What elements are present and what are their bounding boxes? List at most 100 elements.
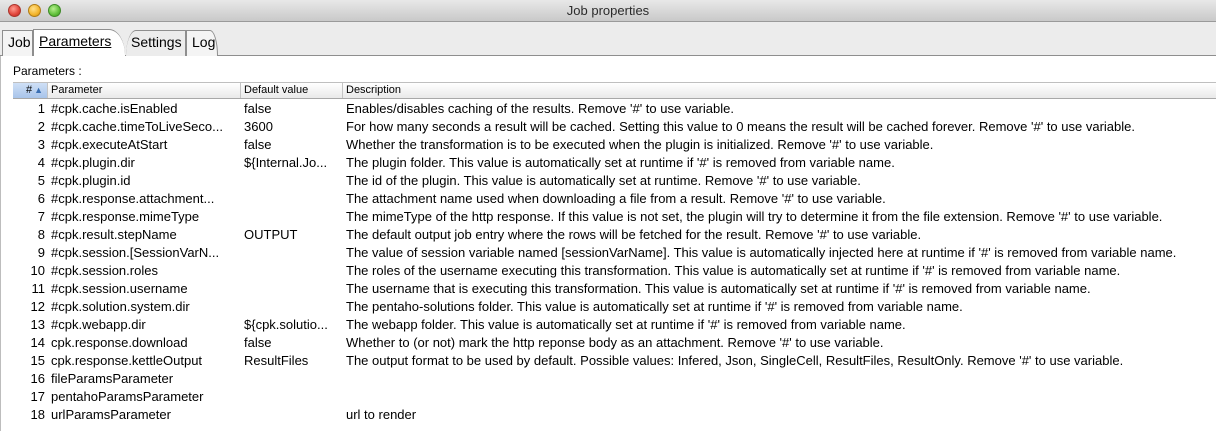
default-value-cell[interactable] [241,280,343,298]
column-header-description[interactable]: Description [343,83,1216,98]
table-row[interactable]: 6 #cpk.response.attachment... The attachme… [13,190,1216,208]
parameter-name-cell[interactable]: #cpk.plugin.id [48,172,241,190]
description-cell[interactable]: The roles of the username executing this… [343,262,1216,280]
row-number-cell[interactable]: 16 [13,370,48,388]
table-row[interactable]: 5 #cpk.plugin.id The id of the plugin. Thi… [13,172,1216,190]
row-number-cell[interactable]: 11 [13,280,48,298]
default-value-cell[interactable] [241,262,343,280]
row-number-cell[interactable]: 2 [13,118,48,136]
default-value-cell[interactable]: ${cpk.solutio... [241,316,343,334]
tab-log[interactable]: Log [186,30,218,56]
description-cell[interactable]: url to render [343,406,1216,424]
column-header-default-value[interactable]: Default value [241,83,343,98]
parameter-name-cell[interactable]: #cpk.response.attachment... [48,190,241,208]
row-number-cell[interactable]: 15 [13,352,48,370]
description-cell[interactable]: The value of session variable named [ses… [343,244,1216,262]
default-value-cell[interactable] [241,172,343,190]
table-row[interactable]: 8 #cpk.result.stepName OUTPUT The default o… [13,226,1216,244]
table-row[interactable]: 1 #cpk.cache.isEnabled false Enables/disabl… [13,100,1216,118]
row-number-cell[interactable]: 3 [13,136,48,154]
row-number-cell[interactable]: 8 [13,226,48,244]
description-cell[interactable]: The plugin folder. This value is automat… [343,154,1216,172]
tab-settings[interactable]: Settings [126,30,186,56]
parameter-name-cell[interactable]: cpk.response.download [48,334,241,352]
table-row[interactable]: 10 #cpk.session.roles The roles of the use… [13,262,1216,280]
parameter-name-cell[interactable]: #cpk.webapp.dir [48,316,241,334]
row-number-cell[interactable]: 17 [13,388,48,406]
parameter-name-cell[interactable]: #cpk.solution.system.dir [48,298,241,316]
parameter-name-cell[interactable]: #cpk.response.mimeType [48,208,241,226]
table-row[interactable]: 7 #cpk.response.mimeType The mimeType of t… [13,208,1216,226]
default-value-cell[interactable]: false [241,334,343,352]
table-row[interactable]: 11 #cpk.session.username The username that… [13,280,1216,298]
row-number-cell[interactable]: 12 [13,298,48,316]
parameter-name-cell[interactable]: #cpk.plugin.dir [48,154,241,172]
default-value-cell[interactable]: false [241,136,343,154]
default-value-cell[interactable]: OUTPUT [241,226,343,244]
description-cell[interactable]: The attachment name used when downloadin… [343,190,1216,208]
parameter-name-cell[interactable]: #cpk.session.[SessionVarN... [48,244,241,262]
table-row[interactable]: 15 cpk.response.kettleOutput ResultFiles Th… [13,352,1216,370]
parameters-table[interactable]: # ▲ Parameter Default value Description 1… [13,82,1216,431]
description-cell[interactable]: The mimeType of the http response. If th… [343,208,1216,226]
parameter-name-cell[interactable]: fileParamsParameter [48,370,241,388]
table-row[interactable]: 17 pentahoParamsParameter [13,388,1216,406]
tab-job[interactable]: Job [2,30,33,56]
default-value-cell[interactable] [241,406,343,424]
row-number-cell[interactable]: 1 [13,100,48,118]
default-value-cell[interactable] [241,208,343,226]
default-value-cell[interactable]: false [241,100,343,118]
default-value-cell[interactable] [241,244,343,262]
description-cell[interactable]: For how many seconds a result will be ca… [343,118,1216,136]
row-number-cell[interactable]: 10 [13,262,48,280]
description-cell[interactable]: The pentaho-solutions folder. This value… [343,298,1216,316]
row-number-cell[interactable]: 9 [13,244,48,262]
default-value-cell[interactable]: ${Internal.Jo... [241,154,343,172]
parameter-name-cell[interactable]: cpk.response.kettleOutput [48,352,241,370]
parameter-name-cell[interactable]: #cpk.session.roles [48,262,241,280]
parameter-name-cell[interactable]: #cpk.result.stepName [48,226,241,244]
table-row[interactable]: 2 #cpk.cache.timeToLiveSeco... 3600 For how… [13,118,1216,136]
tab-parameters[interactable]: Parameters [33,29,125,56]
description-cell[interactable] [343,370,1216,388]
table-row[interactable]: 9 #cpk.session.[SessionVarN... The value o… [13,244,1216,262]
parameter-name-cell[interactable]: urlParamsParameter [48,406,241,424]
parameter-name-cell[interactable]: pentahoParamsParameter [48,388,241,406]
default-value-cell[interactable] [241,190,343,208]
description-cell[interactable]: Whether to (or not) mark the http repons… [343,334,1216,352]
default-value-cell[interactable] [241,388,343,406]
description-cell[interactable]: The output format to be used by default.… [343,352,1216,370]
table-row[interactable]: 18 urlParamsParameter url to render [13,406,1216,424]
table-row[interactable]: 3 #cpk.executeAtStart false Whether the tra… [13,136,1216,154]
default-value-cell[interactable]: ResultFiles [241,352,343,370]
parameter-name-cell[interactable]: #cpk.executeAtStart [48,136,241,154]
column-header-number[interactable]: # ▲ [13,83,48,98]
parameter-name-cell[interactable]: #cpk.session.username [48,280,241,298]
table-row[interactable]: 4 #cpk.plugin.dir ${Internal.Jo... The plug… [13,154,1216,172]
description-cell[interactable]: The id of the plugin. This value is auto… [343,172,1216,190]
row-number-cell[interactable]: 18 [13,406,48,424]
table-row[interactable]: 14 cpk.response.download false Whether to (… [13,334,1216,352]
row-number-cell[interactable]: 5 [13,172,48,190]
column-header-parameter[interactable]: Parameter [48,83,241,98]
parameter-name-cell[interactable]: #cpk.cache.timeToLiveSeco... [48,118,241,136]
description-cell[interactable]: The default output job entry where the r… [343,226,1216,244]
row-number-cell[interactable]: 6 [13,190,48,208]
row-number-cell[interactable]: 13 [13,316,48,334]
parameter-name-cell[interactable]: #cpk.cache.isEnabled [48,100,241,118]
default-value-cell[interactable] [241,370,343,388]
row-number-cell[interactable]: 14 [13,334,48,352]
description-cell[interactable]: The webapp folder. This value is automat… [343,316,1216,334]
description-cell[interactable]: Whether the transformation is to be exec… [343,136,1216,154]
row-number-cell[interactable]: 7 [13,208,48,226]
window-titlebar[interactable]: Job properties [0,0,1216,22]
table-row[interactable]: 12 #cpk.solution.system.dir The pentaho-so… [13,298,1216,316]
default-value-cell[interactable]: 3600 [241,118,343,136]
default-value-cell[interactable] [241,298,343,316]
table-row[interactable]: 16 fileParamsParameter [13,370,1216,388]
table-row[interactable]: 13 #cpk.webapp.dir ${cpk.solutio... The web… [13,316,1216,334]
description-cell[interactable]: Enables/disables caching of the results.… [343,100,1216,118]
row-number-cell[interactable]: 4 [13,154,48,172]
description-cell[interactable]: The username that is executing this tran… [343,280,1216,298]
description-cell[interactable] [343,388,1216,406]
